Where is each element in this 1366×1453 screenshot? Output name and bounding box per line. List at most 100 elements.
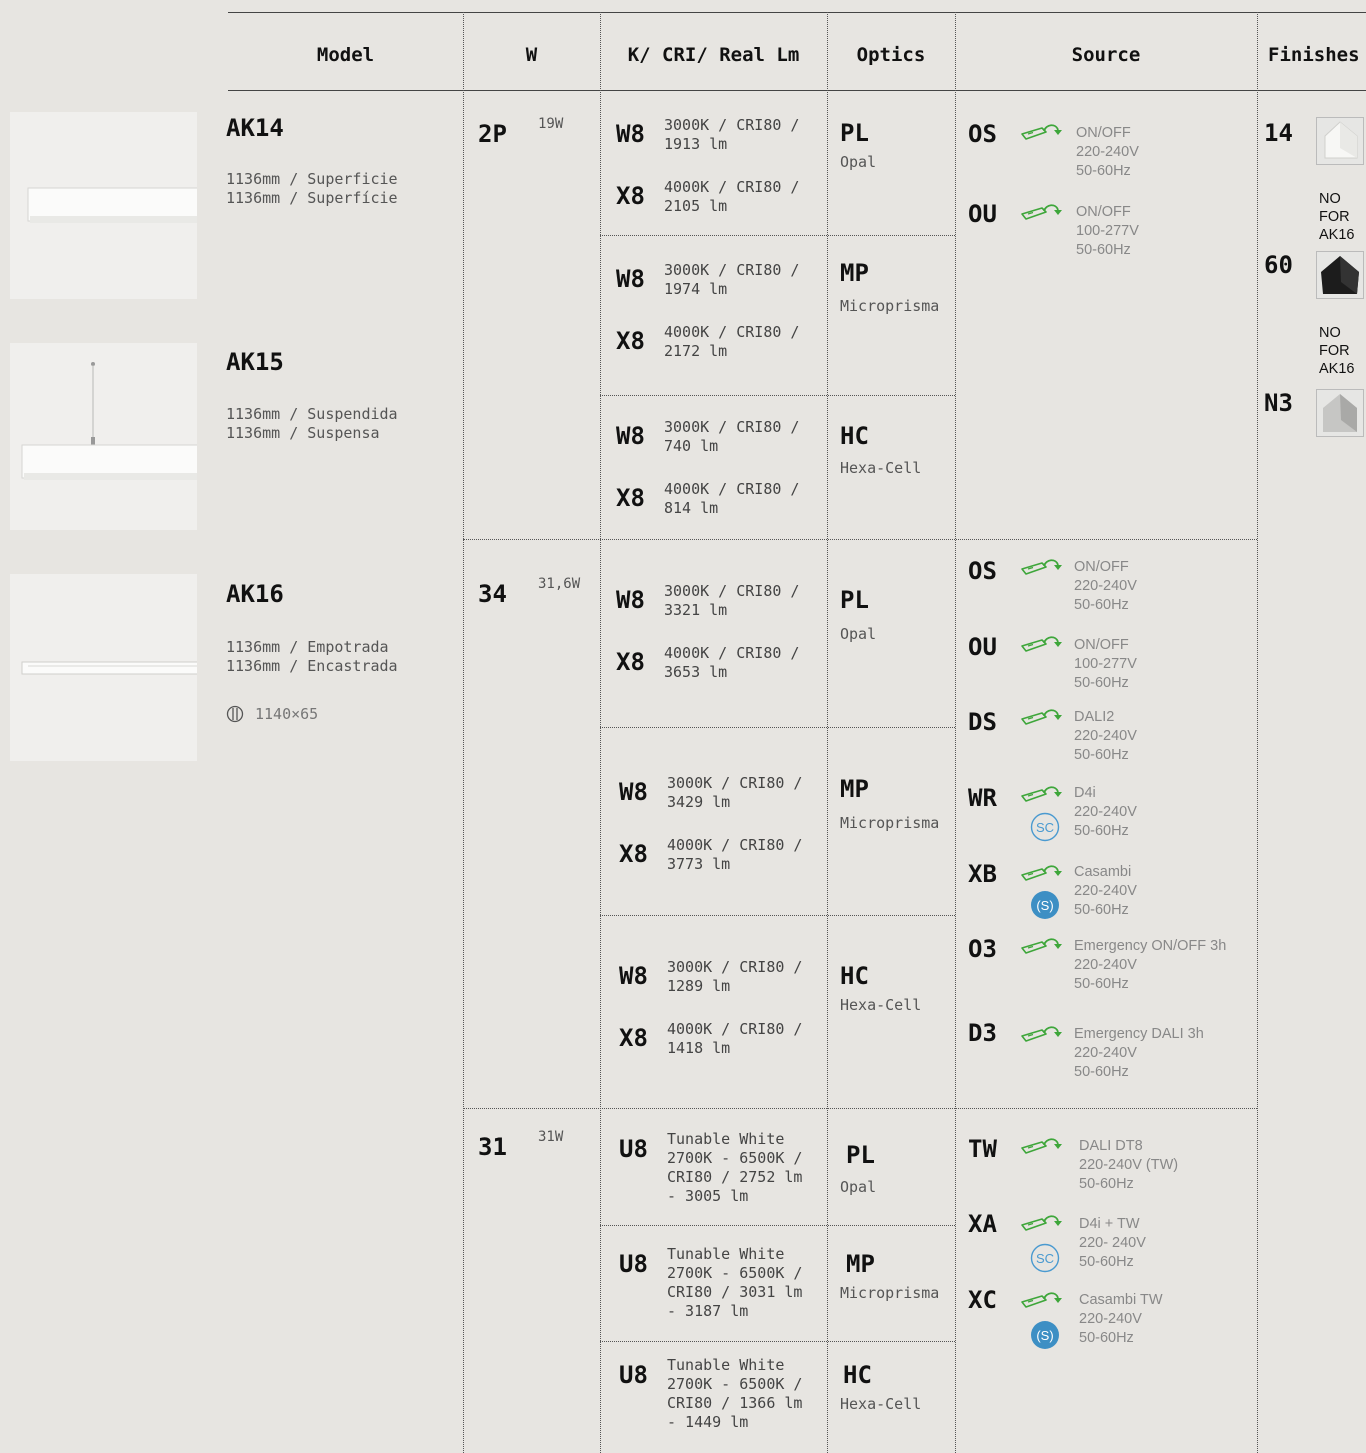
driver-icon <box>1020 936 1064 958</box>
column-divider <box>600 12 601 1453</box>
svg-text:(S): (S) <box>1036 1328 1053 1343</box>
finish-code: 14 <box>1264 119 1293 147</box>
optic-name: Microprisma <box>840 814 940 832</box>
optic-code: MP <box>840 775 869 803</box>
source-code: D3 <box>968 1019 997 1047</box>
driver-icon <box>1020 784 1064 806</box>
optic-code: PL <box>840 119 869 147</box>
model-code: AK14 <box>226 114 284 142</box>
header-optics: Optics <box>856 44 926 66</box>
header-bottom-rule <box>228 90 1366 91</box>
driver-icon <box>1020 202 1064 224</box>
row-divider <box>600 915 955 916</box>
k-code: X8 <box>619 840 648 868</box>
header-k: K/ CRI/ Real Lm <box>627 44 800 66</box>
header-w: W <box>525 44 538 66</box>
source-description: D4i + TW 220- 240V 50-60Hz <box>1079 1216 1146 1270</box>
row-divider <box>600 235 955 236</box>
source-code: TW <box>968 1135 997 1163</box>
row-divider <box>600 395 955 396</box>
source-code: OS <box>968 557 997 585</box>
optic-name: Hexa-Cell <box>840 1395 922 1413</box>
source-description: ON/OFF 220-240V 50-60Hz <box>1076 125 1139 179</box>
k-code: X8 <box>616 484 645 512</box>
k-description: 4000K / CRI80 / 3653 lm <box>664 644 800 681</box>
source-description: Casambi 220-240V 50-60Hz <box>1074 864 1137 918</box>
source-code: DS <box>968 708 997 736</box>
k-description: 3000K / CRI80 / 1974 lm <box>664 261 800 298</box>
row-divider <box>463 1108 1257 1109</box>
optic-code: PL <box>846 1141 875 1169</box>
watt-code: 31 <box>478 1133 507 1161</box>
k-code: W8 <box>619 778 648 806</box>
source-code: XA <box>968 1210 997 1238</box>
source-description: DALI2 220-240V 50-60Hz <box>1074 709 1137 763</box>
k-description: Tunable White 2700K - 6500K / CRI80 / 13… <box>667 1356 803 1431</box>
optic-code: HC <box>843 1361 872 1389</box>
k-description: 4000K / CRI80 / 3773 lm <box>667 836 803 873</box>
k-description: 3000K / CRI80 / 1913 lm <box>664 116 800 153</box>
row-divider <box>600 1225 955 1226</box>
source-description: ON/OFF 100-277V 50-60Hz <box>1074 637 1137 691</box>
k-code: W8 <box>616 265 645 293</box>
header-source: Source <box>1071 44 1141 66</box>
optic-name: Opal <box>840 153 877 171</box>
optic-name: Hexa-Cell <box>840 996 922 1014</box>
finish-note: NO FOR AK16 <box>1319 325 1355 377</box>
optic-code: HC <box>840 422 869 450</box>
watt-value: 31,6W <box>538 576 581 592</box>
driver-icon <box>1020 122 1064 144</box>
sc-badge-icon: SC <box>1030 812 1060 842</box>
optic-code: MP <box>846 1250 875 1278</box>
source-description: DALI DT8 220-240V (TW) 50-60Hz <box>1079 1138 1179 1192</box>
k-code: X8 <box>616 327 645 355</box>
optic-name: Microprisma <box>840 1284 940 1302</box>
k-code: W8 <box>616 120 645 148</box>
model-code: AK15 <box>226 348 284 376</box>
row-divider <box>600 1341 955 1342</box>
k-code: X8 <box>619 1024 648 1052</box>
column-divider <box>1257 12 1258 1453</box>
cutout-icon <box>226 705 244 723</box>
header-finishes: Finishes <box>1268 44 1360 66</box>
driver-icon <box>1020 1024 1064 1046</box>
svg-text:(S): (S) <box>1036 898 1053 913</box>
product-image-ak16 <box>10 574 197 761</box>
model-description: 1136mm / Empotrada 1136mm / Encastrada <box>226 638 398 675</box>
k-code: W8 <box>616 422 645 450</box>
source-description: D4i 220-240V 50-60Hz <box>1074 785 1137 839</box>
casambi-badge-icon: (S) <box>1030 1320 1060 1350</box>
finish-code: N3 <box>1264 389 1293 417</box>
model-description: 1136mm / Superficie 1136mm / Superfície <box>226 170 398 207</box>
k-code: X8 <box>616 182 645 210</box>
watt-code: 34 <box>478 580 507 608</box>
column-divider <box>827 12 828 1453</box>
casambi-badge-icon: (S) <box>1030 890 1060 920</box>
k-description: 4000K / CRI80 / 2172 lm <box>664 323 800 360</box>
driver-icon <box>1020 1213 1064 1235</box>
k-code: W8 <box>619 962 648 990</box>
optic-code: HC <box>840 962 869 990</box>
finish-swatch-grey <box>1316 389 1364 437</box>
k-description: 4000K / CRI80 / 2105 lm <box>664 178 800 215</box>
watt-value: 31W <box>538 1129 564 1145</box>
k-description: 3000K / CRI80 / 3321 lm <box>664 582 800 619</box>
source-description: Emergency DALI 3h 220-240V 50-60Hz <box>1074 1026 1204 1080</box>
header-model: Model <box>316 44 375 66</box>
source-description: Emergency ON/OFF 3h 220-240V 50-60Hz <box>1074 938 1227 992</box>
driver-icon <box>1020 634 1064 656</box>
optic-name: Opal <box>840 625 877 643</box>
finish-code: 60 <box>1264 251 1293 279</box>
source-description: Casambi TW 220-240V 50-60Hz <box>1079 1292 1163 1346</box>
k-code: U8 <box>619 1250 648 1278</box>
k-description: 3000K / CRI80 / 3429 lm <box>667 774 803 811</box>
watt-code: 2P <box>478 120 507 148</box>
finish-swatch-white <box>1316 117 1364 165</box>
k-description: 3000K / CRI80 / 740 lm <box>664 418 800 455</box>
product-image-ak14 <box>10 112 197 299</box>
driver-icon <box>1020 707 1064 729</box>
driver-icon <box>1020 863 1064 885</box>
k-description: Tunable White 2700K - 6500K / CRI80 / 27… <box>667 1130 803 1205</box>
optic-name: Hexa-Cell <box>840 459 922 477</box>
finish-note: NO FOR AK16 <box>1319 191 1355 243</box>
